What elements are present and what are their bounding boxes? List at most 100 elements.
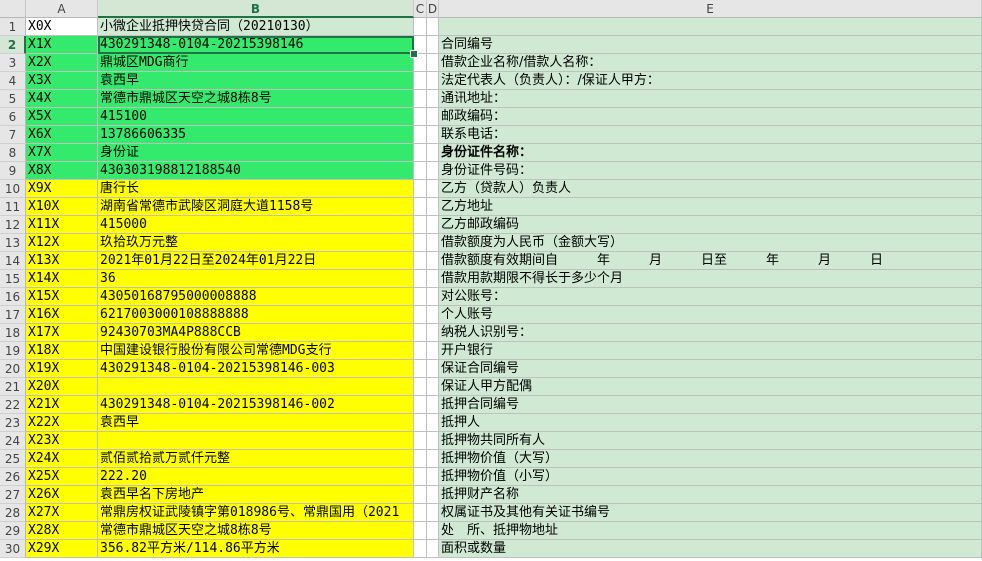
cell-d[interactable] [427,126,439,144]
cell-a[interactable]: X4X [26,90,98,108]
cell-e[interactable]: 开户银行 [439,342,982,360]
cell-d[interactable] [427,234,439,252]
cell-b[interactable]: 唐行长 [98,180,414,198]
row-header[interactable]: 11 [0,198,26,216]
row-header[interactable]: 24 [0,432,26,450]
cell-c[interactable] [414,378,427,396]
cell-a[interactable]: X13X [26,252,98,270]
column-header-d[interactable]: D [427,0,439,18]
cell-e[interactable]: 联系电话： [439,126,982,144]
row-header[interactable]: 30 [0,540,26,558]
cell-d[interactable] [427,72,439,90]
row-header[interactable]: 17 [0,306,26,324]
cell-a[interactable]: X17X [26,324,98,342]
cell-c[interactable] [414,360,427,378]
cell-a[interactable]: X28X [26,522,98,540]
cell-c[interactable] [414,162,427,180]
cell-c[interactable] [414,486,427,504]
row-header[interactable]: 21 [0,378,26,396]
cell-a[interactable]: X5X [26,108,98,126]
cell-c[interactable] [414,468,427,486]
cell-c[interactable] [414,522,427,540]
cell-d[interactable] [427,342,439,360]
cell-d[interactable] [427,540,439,558]
cell-a[interactable]: X2X [26,54,98,72]
cell-c[interactable] [414,234,427,252]
cell-b[interactable]: 中国建设银行股份有限公司常德MDG支行 [98,342,414,360]
cell-c[interactable] [414,126,427,144]
cell-d[interactable] [427,198,439,216]
cell-b[interactable]: 袁西早 [98,72,414,90]
cell-a[interactable]: X7X [26,144,98,162]
cell-d[interactable] [427,414,439,432]
cell-e[interactable]: 乙方（贷款人）负责人 [439,180,982,198]
cell-a[interactable]: X27X [26,504,98,522]
cell-d[interactable] [427,270,439,288]
cell-b[interactable]: 常德市鼎城区天空之城8栋8号 [98,522,414,540]
cell-a[interactable]: X0X [26,18,98,36]
cell-e[interactable]: 邮政编码： [439,108,982,126]
cell-b[interactable]: 鼎城区MDG商行 [98,54,414,72]
column-header-b[interactable]: B [98,0,414,18]
cell-d[interactable] [427,486,439,504]
row-header[interactable]: 19 [0,342,26,360]
row-header[interactable]: 9 [0,162,26,180]
cell-c[interactable] [414,288,427,306]
fill-handle[interactable] [410,50,418,58]
row-header[interactable]: 8 [0,144,26,162]
cell-e[interactable]: 对公账号： [439,288,982,306]
cell-c[interactable] [414,270,427,288]
cell-a[interactable]: X23X [26,432,98,450]
cell-d[interactable] [427,18,439,36]
cell-b[interactable] [98,378,414,396]
cell-d[interactable] [427,504,439,522]
cell-c[interactable] [414,108,427,126]
cell-a[interactable]: X18X [26,342,98,360]
cell-c[interactable] [414,216,427,234]
cell-a[interactable]: X16X [26,306,98,324]
cell-b[interactable]: 小微企业抵押快贷合同（20210130） [98,18,414,36]
cell-d[interactable] [427,306,439,324]
cell-a[interactable]: X20X [26,378,98,396]
cell-e[interactable]: 面积或数量 [439,540,982,558]
row-header[interactable]: 23 [0,414,26,432]
cell-d[interactable] [427,324,439,342]
column-header-e[interactable]: E [439,0,982,18]
cell-e[interactable]: 借款企业名称/借款人名称： [439,54,982,72]
cell-d[interactable] [427,54,439,72]
cell-a[interactable]: X15X [26,288,98,306]
cell-c[interactable] [414,252,427,270]
cell-e[interactable]: 纳税人识别号： [439,324,982,342]
cell-b[interactable]: 身份证 [98,144,414,162]
cell-b[interactable]: 13786606335 [98,126,414,144]
cell-a[interactable]: X12X [26,234,98,252]
row-header[interactable]: 18 [0,324,26,342]
cell-e[interactable]: 乙方地址 [439,198,982,216]
cell-a[interactable]: X29X [26,540,98,558]
cell-a[interactable]: X6X [26,126,98,144]
cell-d[interactable] [427,90,439,108]
cell-b[interactable]: 222.20 [98,468,414,486]
cell-e[interactable]: 借款额度为人民币（金额大写） [439,234,982,252]
cell-c[interactable] [414,414,427,432]
cell-b[interactable]: 常鼎房权证武陵镇字第018986号、常鼎国用（2021 [98,504,414,522]
cell-c[interactable] [414,450,427,468]
cell-b[interactable]: 92430703MA4P888CCB [98,324,414,342]
cell-e[interactable]: 合同编号 [439,36,982,54]
cell-b[interactable]: 430291348-0104-20215398146-002 [98,396,414,414]
cell-b[interactable]: 415000 [98,216,414,234]
cell-b[interactable]: 6217003000108888888 [98,306,414,324]
row-header[interactable]: 6 [0,108,26,126]
cell-a[interactable]: X10X [26,198,98,216]
cell-c[interactable] [414,504,427,522]
row-header[interactable]: 1 [0,18,26,36]
cell-d[interactable] [427,378,439,396]
row-header[interactable]: 14 [0,252,26,270]
row-header[interactable]: 3 [0,54,26,72]
cell-e[interactable]: 身份证件名称： [439,144,982,162]
cell-d[interactable] [427,216,439,234]
cell-b[interactable]: 袁西早名下房地产 [98,486,414,504]
cell-b[interactable]: 415100 [98,108,414,126]
cell-b[interactable]: 常德市鼎城区天空之城8栋8号 [98,90,414,108]
cell-d[interactable] [427,36,439,54]
